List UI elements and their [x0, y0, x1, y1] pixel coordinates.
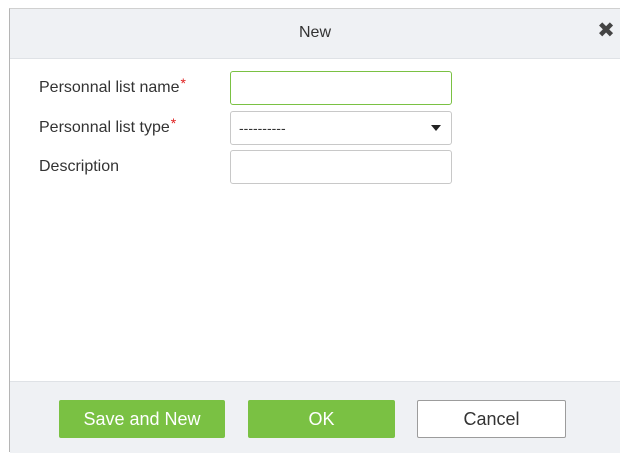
save-and-new-button[interactable]: Save and New: [59, 400, 225, 438]
new-dialog: New ✖ Personnal list name* Personnal lis…: [9, 8, 620, 453]
dialog-titlebar: New ✖: [10, 9, 620, 59]
list-type-selected-value: ----------: [239, 120, 286, 136]
close-icon[interactable]: ✖: [596, 20, 616, 42]
list-type-label-text: Personnal list type: [39, 119, 170, 136]
list-name-label-text: Personnal list name: [39, 79, 180, 96]
list-type-label: Personnal list type*: [39, 115, 176, 137]
ok-button[interactable]: OK: [248, 400, 395, 438]
dialog-footer: Save and New OK Cancel: [10, 381, 620, 453]
description-input[interactable]: [230, 150, 452, 184]
list-name-input[interactable]: [230, 71, 452, 105]
required-asterisk: *: [170, 115, 177, 131]
cancel-button[interactable]: Cancel: [417, 400, 566, 438]
dialog-title: New: [298, 24, 331, 41]
caret-down-icon: [431, 125, 441, 131]
description-label-text: Description: [39, 158, 120, 175]
description-label: Description: [39, 158, 119, 176]
list-type-select[interactable]: ----------: [230, 111, 452, 145]
list-name-label: Personnal list name*: [39, 75, 186, 97]
required-asterisk: *: [180, 75, 186, 91]
